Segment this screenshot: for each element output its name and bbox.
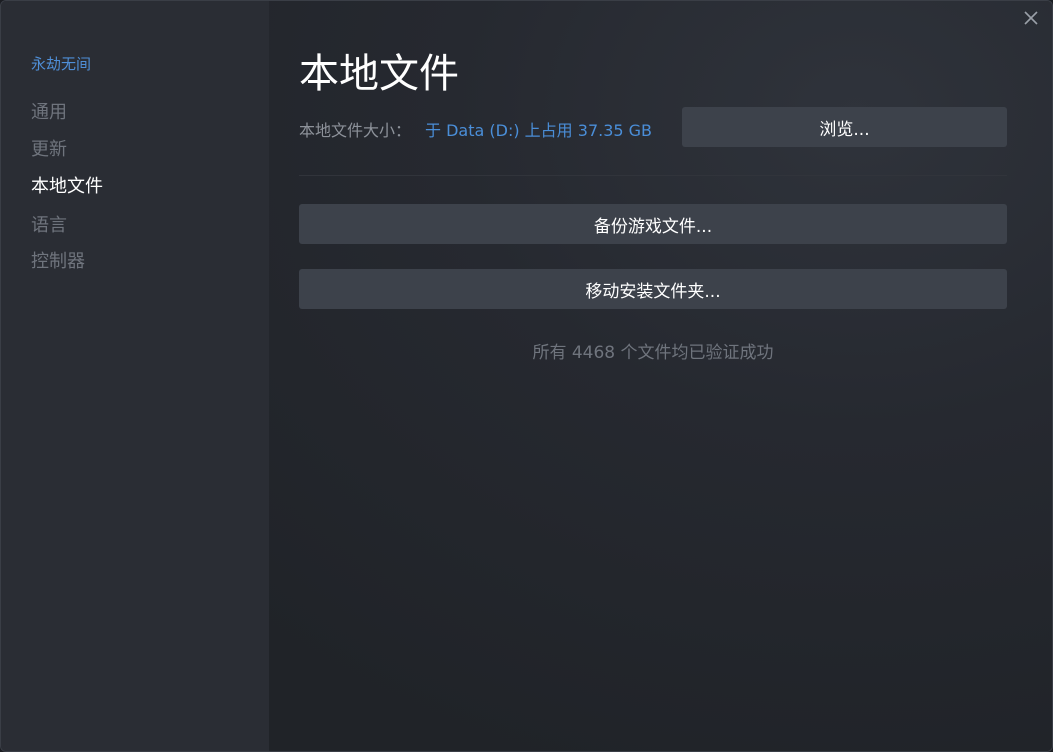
main-panel: 本地文件 本地文件大小： 于 Data (D:) 上占用 37.35 GB 浏览.… bbox=[269, 1, 1052, 751]
browse-button[interactable]: 浏览... bbox=[682, 107, 1007, 147]
properties-dialog: 永劫无间 通用 更新 本地文件 语言 控制器 本地文件 本地文件大小： 于 Dat… bbox=[0, 0, 1053, 752]
sidebar: 永劫无间 通用 更新 本地文件 语言 控制器 bbox=[1, 1, 269, 751]
local-file-size-row: 本地文件大小： 于 Data (D:) 上占用 37.35 GB bbox=[299, 117, 652, 141]
sidebar-item-language[interactable]: 语言 bbox=[31, 211, 67, 237]
page-title: 本地文件 bbox=[299, 51, 459, 97]
move-install-folder-button[interactable]: 移动安装文件夹... bbox=[299, 269, 1007, 309]
sidebar-item-updates[interactable]: 更新 bbox=[31, 135, 67, 161]
sidebar-item-local-files[interactable]: 本地文件 bbox=[31, 172, 103, 198]
divider bbox=[299, 175, 1007, 176]
sidebar-game-title: 永劫无间 bbox=[31, 55, 92, 73]
local-file-size-label: 本地文件大小： bbox=[299, 121, 412, 140]
close-icon bbox=[1024, 11, 1038, 25]
sidebar-item-general[interactable]: 通用 bbox=[31, 98, 67, 124]
verify-status-text: 所有 4468 个文件均已验证成功 bbox=[532, 343, 774, 363]
sidebar-item-controller[interactable]: 控制器 bbox=[31, 247, 85, 273]
backup-game-files-button[interactable]: 备份游戏文件... bbox=[299, 204, 1007, 244]
local-file-size-value: 于 Data (D:) 上占用 37.35 GB bbox=[425, 121, 653, 140]
close-button[interactable] bbox=[1022, 9, 1040, 27]
